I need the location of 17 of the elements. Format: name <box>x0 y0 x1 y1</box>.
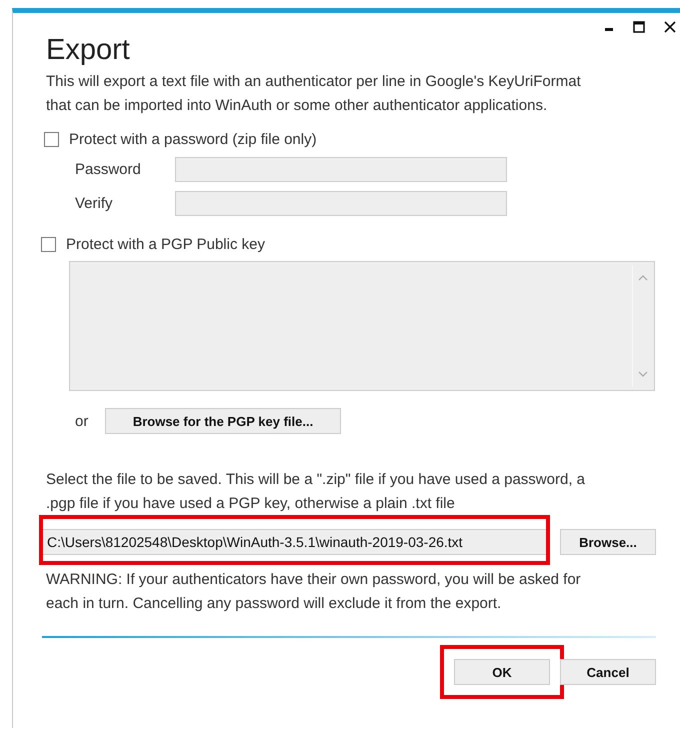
checkbox[interactable] <box>44 132 59 147</box>
close-icon[interactable] <box>664 21 676 33</box>
checkbox[interactable] <box>41 237 56 252</box>
window-title: Export <box>46 33 131 67</box>
browse-button[interactable]: Browse... <box>560 529 656 555</box>
checkbox-label[interactable]: Protect with a PGP Public key <box>66 236 265 253</box>
description-text: This will export a text file with an authenticator per line in Google's KeyUriFormat that can be imported into WinAuth or some other authenticator applications. <box>46 72 582 116</box>
field-label: Password <box>74 161 142 178</box>
maximize-icon[interactable] <box>633 21 645 33</box>
or-label: or <box>75 412 90 430</box>
field-label: Verify <box>74 195 114 212</box>
warning-text: WARNING: If your authenticators have their own password, you will be asked for each in turn. Cancelling any password will exclude it from the export. <box>46 570 582 614</box>
browse-key-button[interactable]: Browse for the PGP key file... <box>105 408 341 434</box>
dialog-button[interactable]: Cancel <box>560 659 656 685</box>
file-hint-text: Select the file to be saved. This will be a ".zip" file if you have used a password, a .pgp file if you have used a PGP key, otherwise a plain .txt file <box>46 470 586 514</box>
checkbox-label[interactable]: Protect with a password (zip file only) <box>69 131 317 148</box>
dialog-button[interactable]: OK <box>454 659 550 685</box>
